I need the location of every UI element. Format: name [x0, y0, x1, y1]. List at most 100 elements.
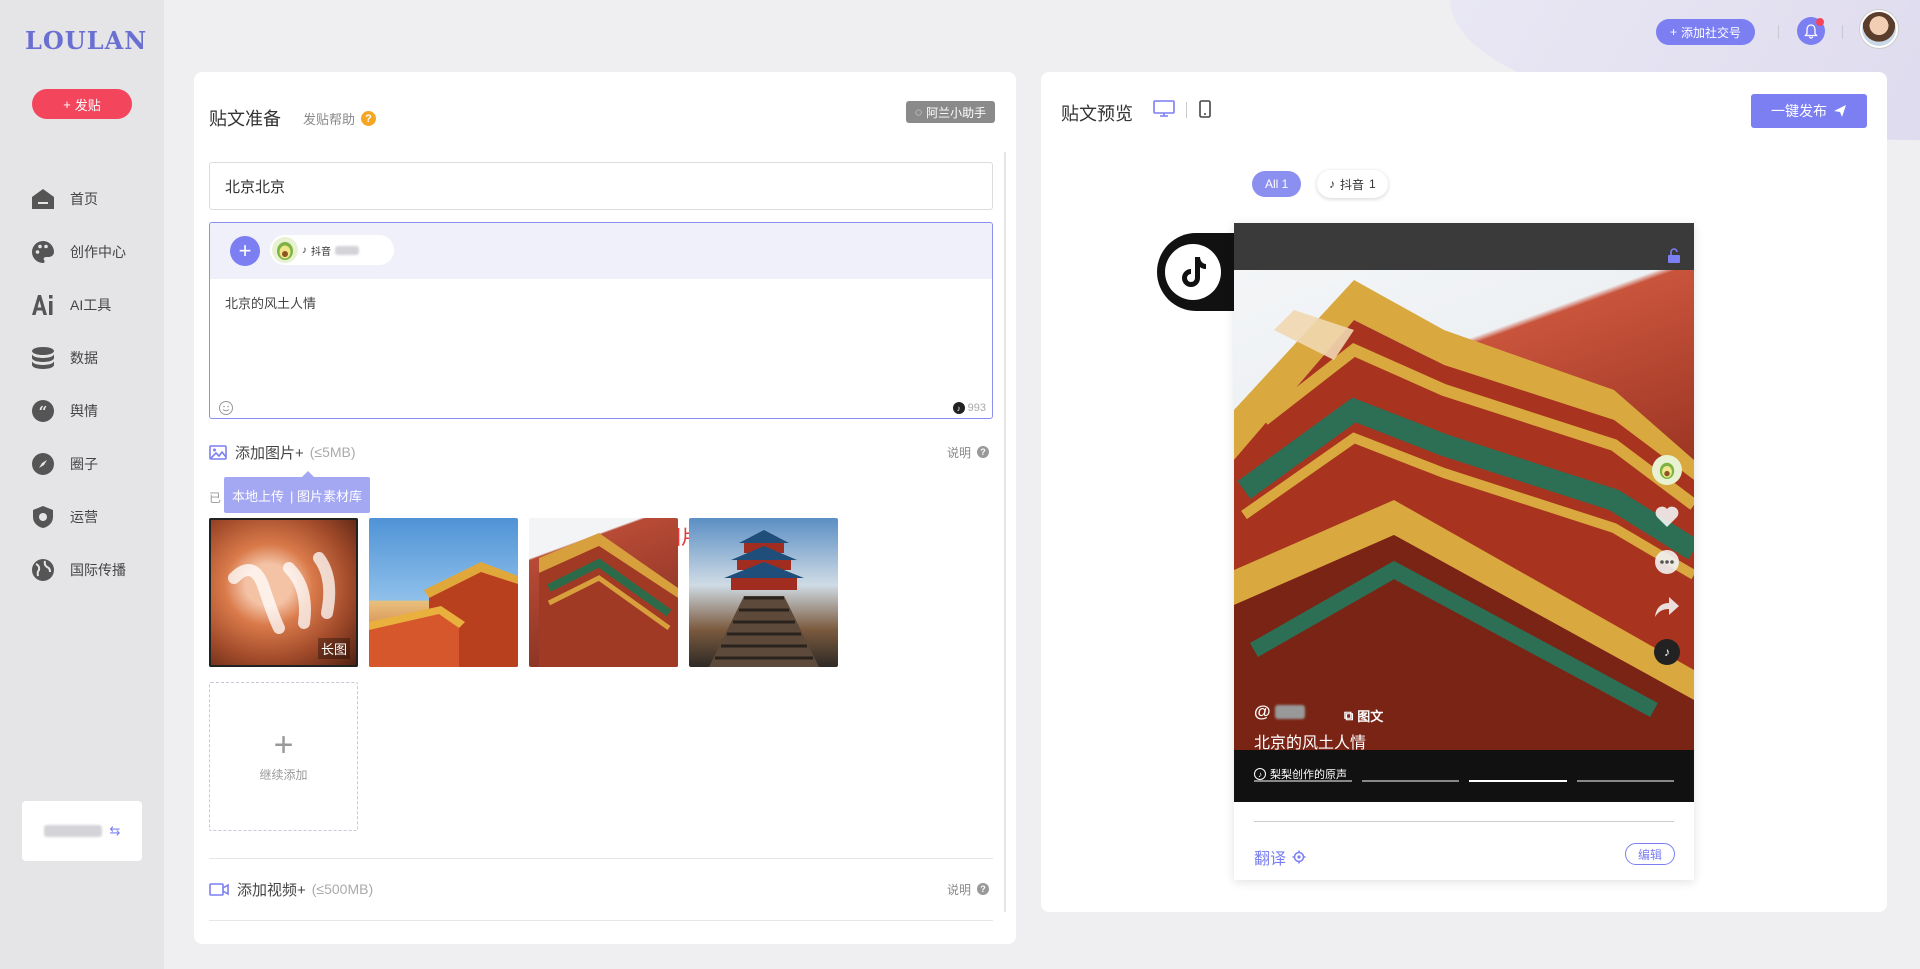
svg-text:“: “: [39, 403, 48, 421]
sidebar-item-home[interactable]: 首页: [30, 172, 150, 225]
image-size-limit: (≤5MB): [309, 444, 356, 460]
one-click-publish-button[interactable]: 一键发布: [1751, 94, 1867, 128]
local-upload-option[interactable]: 本地上传: [232, 486, 284, 505]
avocado-avatar-icon: [272, 237, 298, 263]
panel-title: 贴文准备: [209, 109, 281, 129]
tiktok-music-disc-icon[interactable]: ♪: [1654, 639, 1680, 665]
author-prefix: @: [1254, 702, 1271, 721]
sidebar-item-label: 数据: [70, 349, 98, 366]
image-library-option[interactable]: | 图片素材库: [290, 486, 362, 505]
divider: [1186, 102, 1187, 118]
image-thumbnail[interactable]: [529, 518, 678, 667]
image-thumbnail[interactable]: [689, 518, 838, 667]
post-preview-panel: 贴文预览 一键发布 All 1 ♪ 抖音 1 ♪ @ ⧉ 图文 北京的风土人情 …: [1041, 72, 1887, 912]
user-avatar[interactable]: [1860, 10, 1898, 48]
edit-button[interactable]: 编辑: [1625, 843, 1675, 865]
sidebar-item-label: AI工具: [70, 296, 112, 313]
image-thumbnail[interactable]: [369, 518, 518, 667]
sidebar-item-international[interactable]: 国际传播: [30, 543, 150, 596]
add-video-row: 添加视频+ (≤500MB) 说明 ?: [209, 877, 993, 901]
translate-button[interactable]: 翻译: [1254, 845, 1306, 869]
app-logo[interactable]: LOULAN: [25, 26, 147, 55]
home-icon: [30, 186, 56, 212]
post-button-label: 发贴: [74, 97, 101, 113]
gear-icon[interactable]: [1292, 850, 1306, 864]
carousel-segment: [1576, 780, 1674, 782]
palace-roof-icon: [539, 533, 678, 667]
character-count-value: 993: [967, 402, 986, 414]
video-action-bar: ♪: [1652, 455, 1682, 665]
filter-douyin-chip[interactable]: ♪ 抖音 1: [1317, 170, 1388, 198]
upload-source-popover: 本地上传 | 图片素材库: [224, 471, 371, 513]
scrollbar[interactable]: [1004, 152, 1006, 912]
add-more-label: 继续添加: [259, 768, 308, 782]
posting-help-label: 发贴帮助: [303, 112, 356, 127]
video-size-limit: (≤500MB): [311, 881, 374, 897]
translate-label: 翻译: [1254, 851, 1287, 868]
add-images-button[interactable]: 添加图片+: [235, 442, 304, 463]
post-body-text: 北京的风土人情: [225, 296, 317, 311]
author-handle[interactable]: @: [1254, 702, 1305, 722]
plus-icon: +: [63, 96, 71, 112]
carousel-progress: [1254, 780, 1674, 782]
mobile-view-icon[interactable]: [1199, 100, 1211, 118]
post-editor-panel: 贴文准备 发贴帮助 ? ◌ 阿兰小助手 北京北京 + ♪ 抖音 北京的风土人情 …: [194, 72, 1016, 944]
bell-icon: [1804, 23, 1818, 39]
add-more-images-button[interactable]: + 继续添加: [209, 682, 358, 831]
tiktok-icon: ♪: [302, 244, 307, 256]
share-icon[interactable]: [1654, 595, 1680, 619]
sidebar-item-opinion[interactable]: “ 舆情: [30, 384, 150, 437]
like-heart-icon[interactable]: [1654, 505, 1680, 529]
ai-icon: [30, 292, 56, 318]
tiktok-logo-icon: [1165, 244, 1221, 300]
video-explain-link[interactable]: 说明 ?: [947, 881, 989, 898]
help-icon: ?: [361, 111, 377, 126]
notification-dot: [1816, 18, 1824, 26]
image-thumbnail[interactable]: 长图: [209, 518, 358, 667]
sidebar-item-operations[interactable]: 运营: [30, 490, 150, 543]
sidebar-item-data[interactable]: 数据: [30, 331, 150, 384]
tiktok-icon: ♪: [952, 402, 965, 414]
switch-icon: ⇆: [109, 823, 121, 838]
image-post-tag: ⧉ 图文: [1344, 706, 1383, 725]
target-account-chip[interactable]: ♪ 抖音: [270, 235, 394, 265]
chat-icon: ◌: [915, 105, 923, 119]
account-switcher[interactable]: ⇆: [22, 801, 142, 861]
target-accounts-bar: + ♪ 抖音: [210, 223, 992, 279]
post-content-editor[interactable]: + ♪ 抖音 北京的风土人情 ♪ 993: [209, 222, 993, 419]
comment-icon[interactable]: [1654, 549, 1680, 575]
add-video-button[interactable]: 添加视频+: [237, 879, 306, 900]
tiktok-icon: ♪: [1329, 177, 1335, 191]
desktop-view-icon[interactable]: [1153, 100, 1175, 118]
sidebar-item-circle[interactable]: 圈子: [30, 437, 150, 490]
help-icon: ?: [977, 446, 989, 458]
lock-icon[interactable]: [1666, 248, 1682, 264]
palace-roof-icon: [1234, 280, 1694, 802]
add-social-account-button[interactable]: + 添加社交号: [1656, 19, 1756, 45]
images-explain-link[interactable]: 说明 ?: [947, 444, 989, 461]
avocado-avatar-icon[interactable]: [1652, 455, 1682, 485]
add-target-account-button[interactable]: +: [230, 236, 260, 266]
sidebar-item-ai-tools[interactable]: AI工具: [30, 278, 150, 331]
plus-icon: +: [1670, 25, 1678, 39]
divider: [1254, 821, 1674, 822]
post-title-input[interactable]: 北京北京: [209, 162, 993, 210]
uploaded-count-text: 已: [209, 491, 222, 505]
mobile-preview: ♪ @ ⧉ 图文 北京的风土人情 ♪ 梨梨创作的原声 翻译 编辑: [1234, 223, 1694, 880]
emoji-icon[interactable]: [218, 400, 234, 416]
long-image-tag: 长图: [317, 638, 350, 659]
palette-icon: [30, 239, 56, 265]
notification-bell[interactable]: [1797, 17, 1825, 45]
palace-roof-icon: [369, 562, 518, 667]
add-images-row: 添加图片+ (≤5MB) 说明 ?: [209, 440, 993, 464]
post-button[interactable]: + 发贴: [32, 89, 132, 119]
sidebar-item-creation[interactable]: 创作中心: [30, 225, 150, 278]
posting-help-link[interactable]: 发贴帮助 ?: [303, 109, 377, 128]
carousel-segment: [1469, 780, 1567, 782]
assistant-label: 阿兰小助手: [926, 105, 987, 120]
filter-all-chip[interactable]: All 1: [1252, 171, 1302, 197]
assistant-button[interactable]: ◌ 阿兰小助手: [906, 101, 996, 123]
sidebar-item-label: 舆情: [70, 402, 98, 419]
carousel-segment: [1254, 780, 1352, 782]
divider: [1842, 25, 1843, 39]
